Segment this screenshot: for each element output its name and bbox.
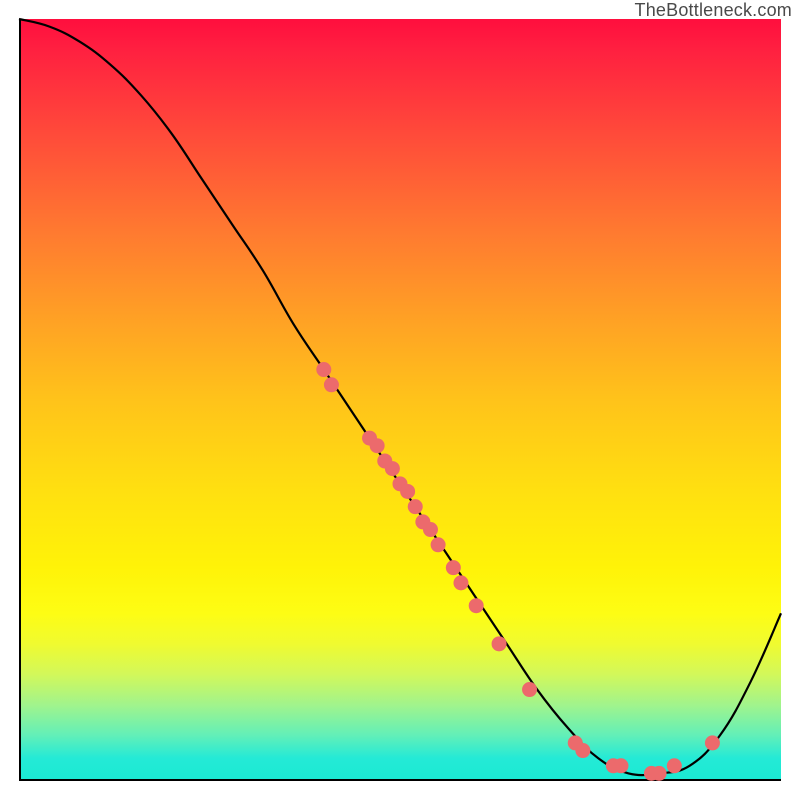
data-point [316,362,331,377]
data-point [431,537,446,552]
data-point [575,743,590,758]
data-point [408,499,423,514]
data-point [400,484,415,499]
data-point [492,636,507,651]
data-point [613,758,628,773]
data-point [423,522,438,537]
data-point [370,438,385,453]
data-point [652,766,667,781]
data-point [469,598,484,613]
data-point [522,682,537,697]
watermark-text: TheBottleneck.com [635,0,792,21]
bottleneck-curve [19,19,781,775]
data-point [385,461,400,476]
data-point [324,377,339,392]
data-point [446,560,461,575]
scatter-points [316,362,720,781]
data-point [705,735,720,750]
data-point [667,758,682,773]
chart-frame: TheBottleneck.com [0,0,800,800]
data-point [453,575,468,590]
chart-svg [19,19,781,781]
